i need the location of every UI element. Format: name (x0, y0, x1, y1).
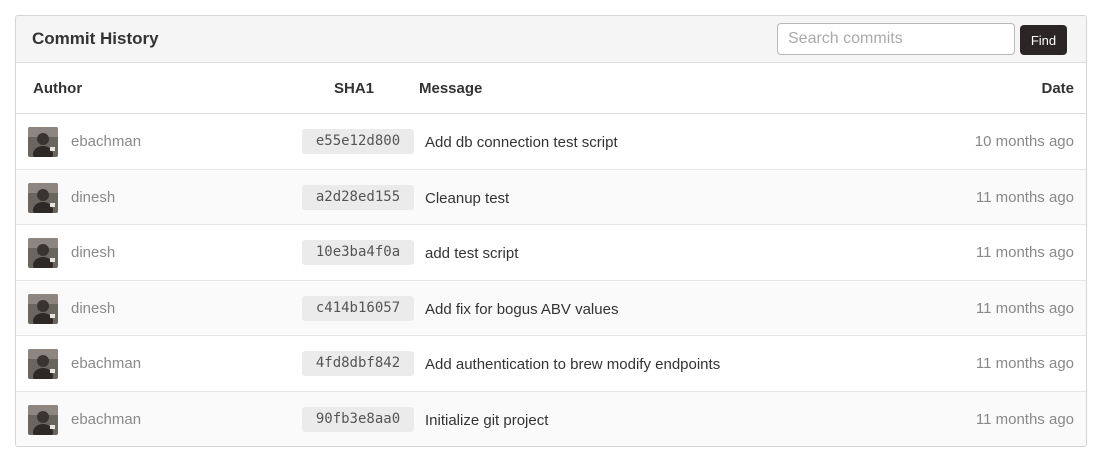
avatar (28, 349, 58, 379)
commit-message: Add fix for bogus ABV values (425, 300, 619, 318)
avatar (28, 127, 58, 157)
commit-message: add test script (425, 245, 519, 262)
author-name[interactable]: dinesh (71, 189, 115, 206)
commit-date: 10 months ago (974, 133, 1074, 150)
commit-date: 11 months ago (975, 299, 1074, 317)
commit-message: Initialize git project (425, 411, 549, 429)
commit-sha[interactable]: 4fd8dbf842 (302, 351, 414, 376)
column-header-date: Date (1041, 80, 1074, 97)
panel-header: Commit History Find (16, 16, 1086, 63)
avatar (28, 404, 58, 435)
avatar (28, 238, 58, 268)
commit-date: 11 months ago (975, 188, 1074, 206)
commit-message: Add authentication to brew modify endpoi… (425, 356, 721, 373)
author-name[interactable]: ebachman (71, 411, 141, 428)
commit-sha[interactable]: 90fb3e8aa0 (302, 406, 414, 432)
commit-history-panel: Commit History Find Author SHA1 Message … (15, 15, 1087, 447)
commit-date: 11 months ago (975, 410, 1074, 428)
author-name[interactable]: ebachman (71, 355, 141, 372)
commit-sha[interactable]: e55e12d800 (302, 129, 414, 154)
commit-message: Cleanup test (425, 189, 510, 207)
author-name[interactable]: dinesh (71, 244, 115, 261)
column-header-sha: SHA1 (334, 80, 375, 97)
commit-sha[interactable]: 10e3ba4f0a (302, 240, 414, 265)
avatar (28, 182, 58, 213)
table-row[interactable]: dinesh 10e3ba4f0a add test script 11 mon… (16, 225, 1086, 281)
table-body: ebachman e55e12d800 Add db connection te… (16, 114, 1086, 446)
commit-date: 11 months ago (975, 244, 1074, 261)
table-row[interactable]: ebachman e55e12d800 Add db connection te… (16, 114, 1086, 170)
author-name[interactable]: ebachman (71, 133, 141, 150)
find-button[interactable]: Find (1020, 25, 1067, 55)
commit-sha[interactable]: c414b16057 (302, 295, 414, 321)
commit-message: Add db connection test script (425, 134, 618, 151)
commit-sha[interactable]: a2d28ed155 (302, 184, 414, 210)
column-header-message: Message (419, 80, 483, 97)
commit-date: 11 months ago (975, 355, 1074, 372)
column-header-author: Author (33, 80, 83, 97)
panel-title: Commit History (32, 29, 159, 48)
avatar (28, 293, 58, 324)
table-row[interactable]: ebachman 4fd8dbf842 Add authentication t… (16, 336, 1086, 392)
table-row[interactable]: dinesh c414b16057 Add fix for bogus ABV … (16, 280, 1086, 336)
table-row[interactable]: dinesh a2d28ed155 Cleanup test 11 months… (16, 169, 1086, 225)
author-name[interactable]: dinesh (71, 300, 115, 317)
table-row[interactable]: ebachman 90fb3e8aa0 Initialize git proje… (16, 391, 1086, 446)
table-header: Author SHA1 Message Date (16, 63, 1086, 114)
search-input[interactable] (777, 23, 1015, 55)
